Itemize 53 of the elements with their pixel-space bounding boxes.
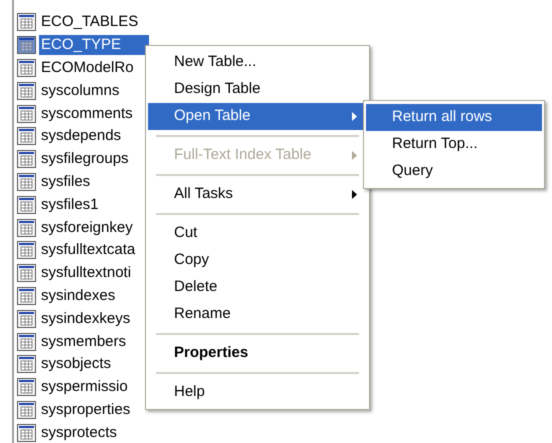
table-icon	[17, 172, 36, 191]
table-item[interactable]: sysfilegroups	[39, 149, 131, 170]
table-icon	[17, 400, 36, 419]
table-icon	[17, 196, 36, 214]
table-icon	[17, 332, 36, 351]
menu-item[interactable]: Query	[366, 158, 542, 185]
table-icon	[17, 127, 36, 146]
table-item[interactable]: ECO_TYPE	[39, 35, 149, 56]
table-item[interactable]: syspermissio	[39, 377, 130, 398]
table-item[interactable]: sysindexkeys	[39, 308, 132, 329]
menu-item[interactable]: Cut	[148, 220, 367, 247]
table-icon	[17, 218, 36, 237]
table-icon	[17, 13, 36, 32]
table-item[interactable]: sysdepends	[39, 126, 124, 146]
table-item[interactable]: sysfiles1	[39, 194, 101, 215]
table-icon	[17, 310, 36, 328]
table-item[interactable]: sysobjects	[39, 354, 114, 374]
table-icon	[17, 104, 36, 123]
menu-item[interactable]: Rename	[148, 301, 367, 328]
table-item[interactable]: sysproperties	[39, 400, 132, 420]
menu-item[interactable]: Help	[148, 379, 367, 406]
menu-item[interactable]: Return Top...	[366, 131, 542, 158]
submenu-arrow-icon	[352, 112, 357, 121]
table-icon	[17, 150, 36, 168]
table-item[interactable]: sysfulltextcata	[39, 240, 138, 260]
table-item[interactable]: sysindexes	[39, 286, 118, 306]
table-icon	[17, 36, 36, 54]
table-item[interactable]: sysprotects	[39, 422, 119, 443]
menu-item[interactable]: Delete	[148, 274, 367, 301]
menu-item[interactable]: New Table...	[148, 49, 367, 76]
table-item[interactable]: syscolumns	[39, 80, 122, 101]
submenu-arrow-icon	[352, 151, 357, 160]
table-icon	[17, 58, 36, 77]
table-item[interactable]: syscomments	[39, 104, 135, 124]
table-icon	[17, 286, 36, 305]
table-icon	[17, 424, 36, 442]
menu-item[interactable]: Design Table	[148, 76, 367, 103]
table-icon	[17, 82, 36, 100]
table-item[interactable]: ECOModelRo	[39, 58, 136, 78]
menu-item[interactable]: Copy	[148, 247, 367, 274]
table-icon	[17, 241, 36, 260]
menu-item[interactable]: Return all rows	[366, 104, 542, 131]
table-item[interactable]: ECO_TABLES	[39, 12, 140, 32]
submenu-arrow-icon	[352, 190, 357, 199]
table-item[interactable]: sysfiles	[39, 172, 92, 192]
table-icon	[17, 378, 36, 396]
table-item[interactable]: sysmembers	[39, 332, 128, 352]
table-icon	[17, 264, 36, 282]
table-icon	[17, 355, 36, 374]
menu-item[interactable]: Properties	[148, 340, 367, 367]
menu-item[interactable]: All Tasks	[148, 181, 367, 208]
table-item[interactable]: sysforeignkey	[39, 218, 135, 238]
table-item[interactable]: sysfulltextnoti	[39, 263, 134, 284]
